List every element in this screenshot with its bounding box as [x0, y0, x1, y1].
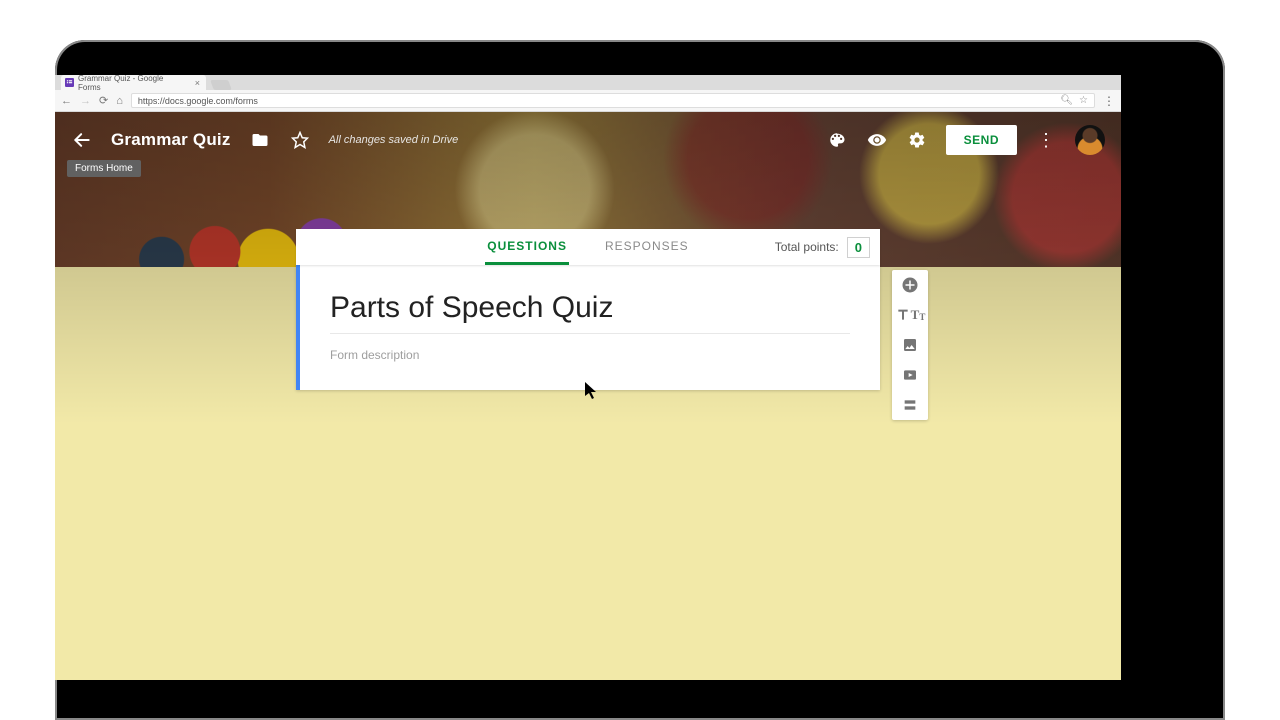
forms-favicon-icon: [65, 78, 74, 87]
tabs-row: QUESTIONS RESPONSES Total points: 0: [296, 229, 880, 265]
form-name[interactable]: Grammar Quiz: [111, 130, 231, 150]
back-arrow-icon[interactable]: [71, 129, 93, 151]
tab-close-icon[interactable]: ×: [195, 78, 200, 88]
save-status: All changes saved in Drive: [329, 134, 459, 146]
back-icon[interactable]: ←: [61, 95, 72, 107]
add-image-button[interactable]: [892, 330, 928, 360]
zoom-icon[interactable]: 🔍︎: [1060, 95, 1073, 106]
browser-tab[interactable]: Grammar Quiz - Google Forms ×: [61, 75, 206, 90]
settings-gear-icon[interactable]: [906, 129, 928, 151]
form-container: QUESTIONS RESPONSES Total points: 0 Part…: [296, 229, 880, 390]
question-toolbar: TT: [892, 270, 928, 420]
total-points: Total points: 0: [775, 229, 870, 265]
reload-icon[interactable]: ⟳: [99, 94, 108, 107]
form-title-input[interactable]: Parts of Speech Quiz: [330, 285, 850, 334]
address-bar[interactable]: https://docs.google.com/forms 🔍︎ ☆: [131, 93, 1095, 108]
forms-app: Grammar Quiz All changes saved in Drive …: [55, 112, 1121, 680]
browser-toolbar: ← → ⟳ ⌂ https://docs.google.com/forms 🔍︎…: [55, 90, 1121, 112]
add-title-button[interactable]: TT: [892, 300, 928, 330]
preview-eye-icon[interactable]: [866, 129, 888, 151]
total-points-label: Total points:: [775, 240, 839, 254]
address-url: https://docs.google.com/forms: [138, 96, 258, 106]
palette-icon[interactable]: [826, 129, 848, 151]
browser-tab-strip: Grammar Quiz - Google Forms ×: [55, 75, 1121, 90]
star-icon[interactable]: [289, 129, 311, 151]
tab-questions[interactable]: QUESTIONS: [485, 229, 569, 265]
screen: Grammar Quiz - Google Forms × ← → ⟳ ⌂ ht…: [55, 75, 1121, 680]
send-button[interactable]: SEND: [946, 125, 1017, 155]
more-vert-icon[interactable]: ⋮: [1035, 129, 1057, 151]
form-description-input[interactable]: Form description: [330, 334, 850, 364]
header-overlay: [55, 112, 1121, 680]
tab-responses[interactable]: RESPONSES: [603, 229, 691, 265]
tooltip-forms-home: Forms Home: [67, 160, 141, 177]
new-tab-button[interactable]: [210, 80, 232, 90]
add-video-button[interactable]: [892, 360, 928, 390]
folder-icon[interactable]: [249, 129, 271, 151]
total-points-value: 0: [847, 237, 870, 258]
account-avatar[interactable]: [1075, 125, 1105, 155]
home-icon[interactable]: ⌂: [116, 95, 123, 107]
title-card[interactable]: Parts of Speech Quiz Form description: [296, 265, 880, 390]
bookmark-star-icon[interactable]: ☆: [1079, 95, 1088, 106]
app-bar: Grammar Quiz All changes saved in Drive …: [55, 112, 1121, 168]
add-question-button[interactable]: [892, 270, 928, 300]
browser-menu-icon[interactable]: ⋮: [1103, 94, 1115, 108]
forward-icon[interactable]: →: [80, 95, 91, 107]
add-section-button[interactable]: [892, 390, 928, 420]
browser-tab-title: Grammar Quiz - Google Forms: [78, 75, 185, 92]
